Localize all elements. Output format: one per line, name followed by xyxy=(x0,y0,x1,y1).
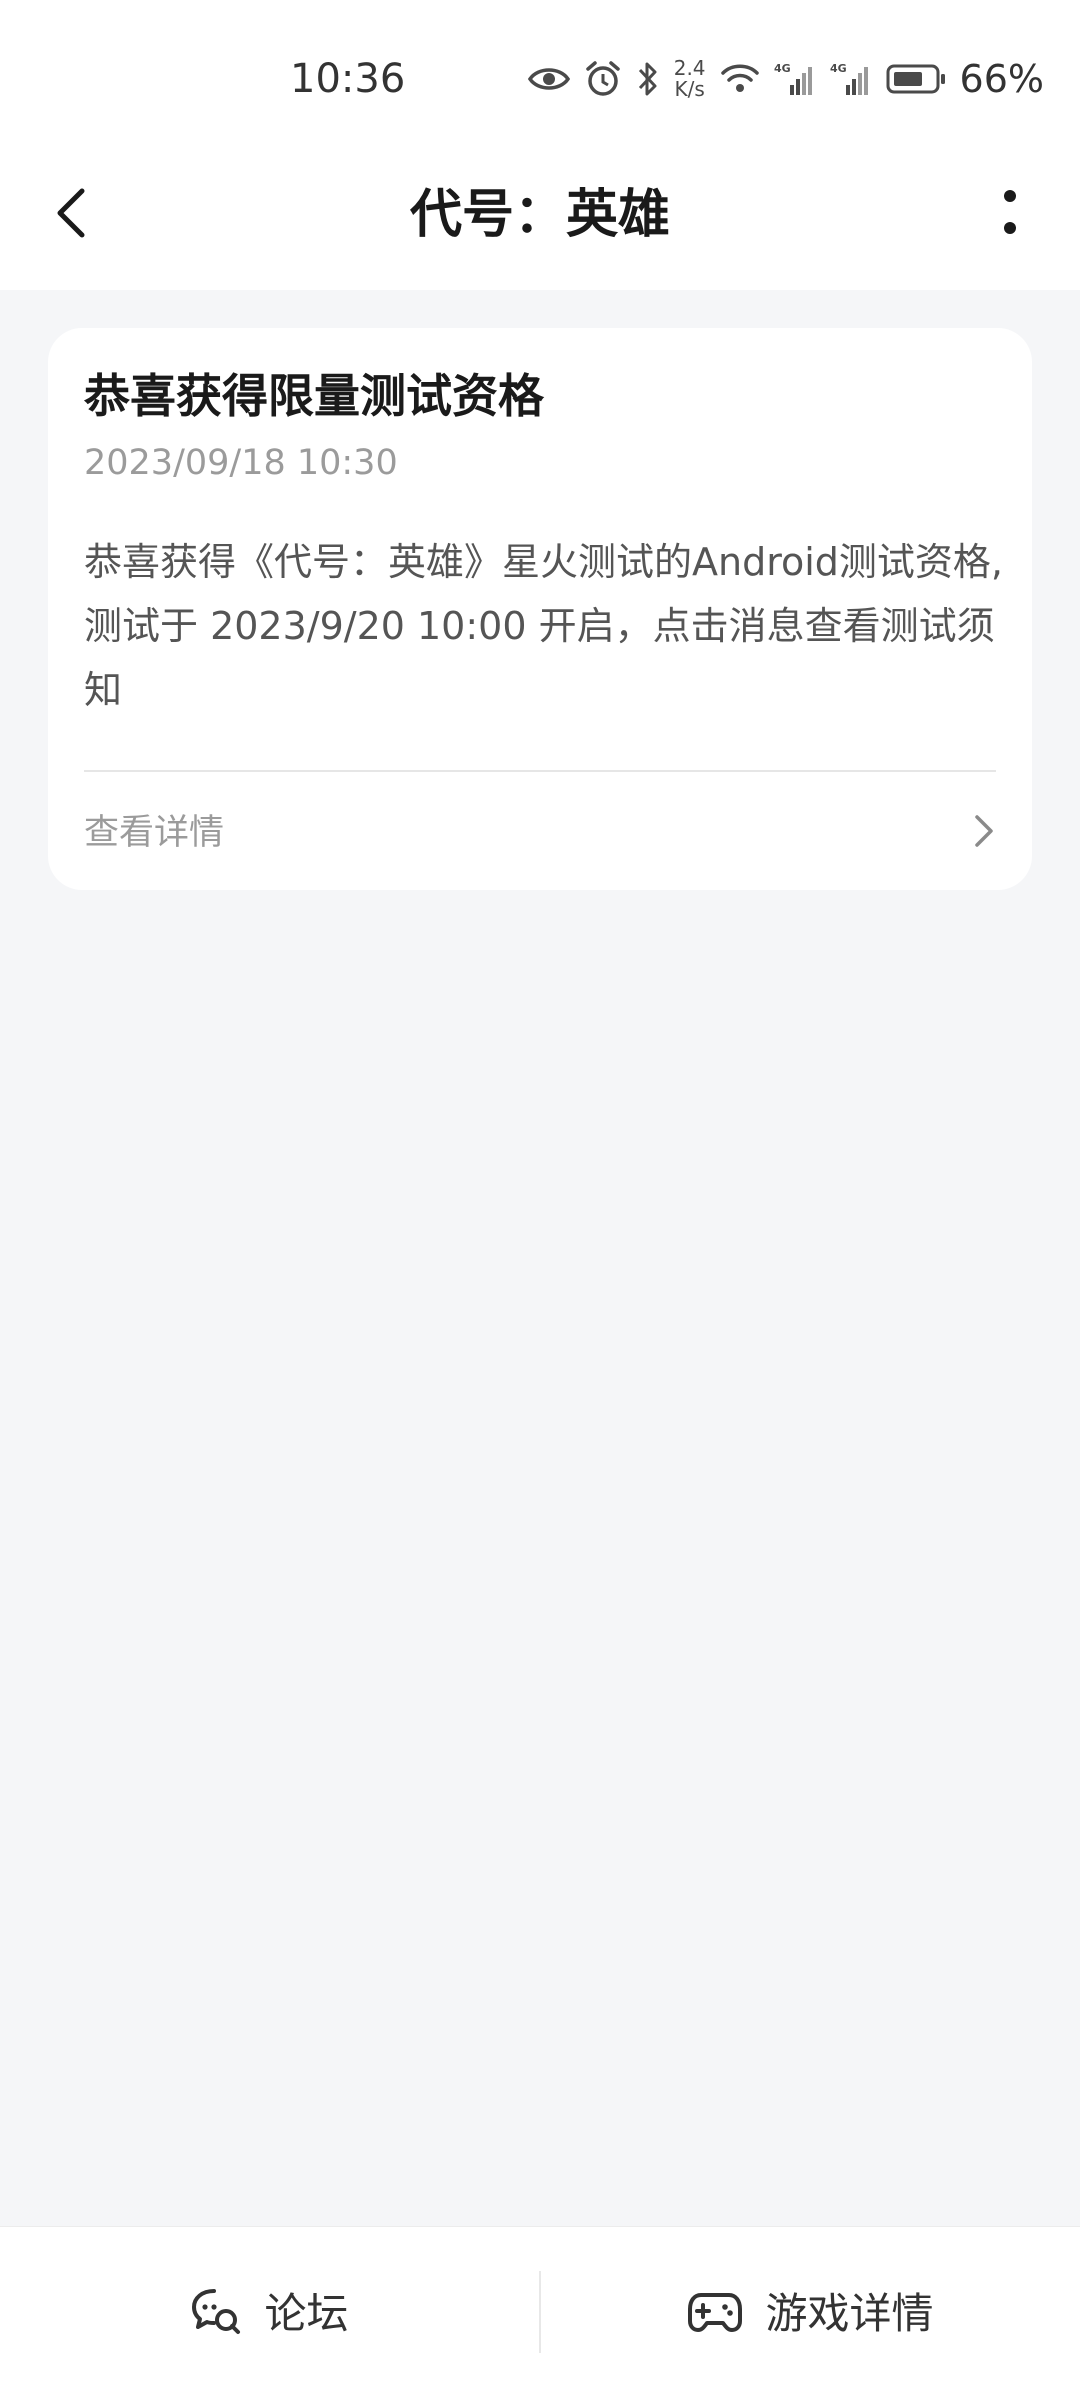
game-details-button[interactable]: 游戏详情 xyxy=(541,2227,1080,2401)
message-body: 恭喜获得《代号：英雄》星火测试的Android测试资格,测试于 2023/9/2… xyxy=(84,540,1003,712)
battery-icon xyxy=(886,63,946,95)
signal-2-label: 4G xyxy=(830,62,847,75)
signal-icon: 4G xyxy=(830,61,872,97)
forum-chat-icon xyxy=(190,2287,242,2341)
wifi-icon xyxy=(720,62,760,96)
signal-1-label: 4G xyxy=(774,62,791,75)
view-details-label: 查看详情 xyxy=(84,813,225,853)
network-speed-value: 2.4 xyxy=(673,56,706,80)
back-button[interactable] xyxy=(32,175,112,255)
status-icons: 2.4 K/s 4G 4G 66% xyxy=(527,52,1044,106)
more-options-button[interactable] xyxy=(970,175,1050,255)
message-timestamp: 2023/09/18 10:30 xyxy=(84,443,398,483)
status-bar: 10:36 2.4 K/s 4G 4G 66% xyxy=(0,0,1080,140)
gamepad-icon xyxy=(687,2291,743,2337)
status-time: 10:36 xyxy=(290,56,406,102)
message-title: 恭喜获得限量测试资格 xyxy=(84,369,544,423)
message-card: 恭喜获得限量测试资格 2023/09/18 10:30 恭喜获得《代号：英雄》星… xyxy=(48,328,1032,890)
header: 代号：英雄 xyxy=(0,140,1080,290)
forum-button[interactable]: 论坛 xyxy=(0,2227,539,2401)
forum-label: 论坛 xyxy=(264,2289,349,2338)
chevron-right-icon xyxy=(972,812,996,854)
signal-icon: 4G xyxy=(774,61,816,97)
eye-icon xyxy=(527,65,570,93)
battery-percentage: 66% xyxy=(959,57,1044,101)
alarm-icon xyxy=(584,60,622,98)
bluetooth-icon xyxy=(636,60,660,98)
game-details-label: 游戏详情 xyxy=(765,2289,934,2338)
chevron-left-icon xyxy=(52,185,92,245)
view-details-link[interactable]: 查看详情 xyxy=(48,772,1032,890)
network-speed: 2.4 K/s xyxy=(674,58,706,100)
more-vertical-icon xyxy=(1000,188,1020,242)
bottom-bar: 论坛 游戏详情 xyxy=(0,2226,1080,2401)
page-title: 代号：英雄 xyxy=(409,185,670,245)
network-speed-unit: K/s xyxy=(674,77,705,101)
